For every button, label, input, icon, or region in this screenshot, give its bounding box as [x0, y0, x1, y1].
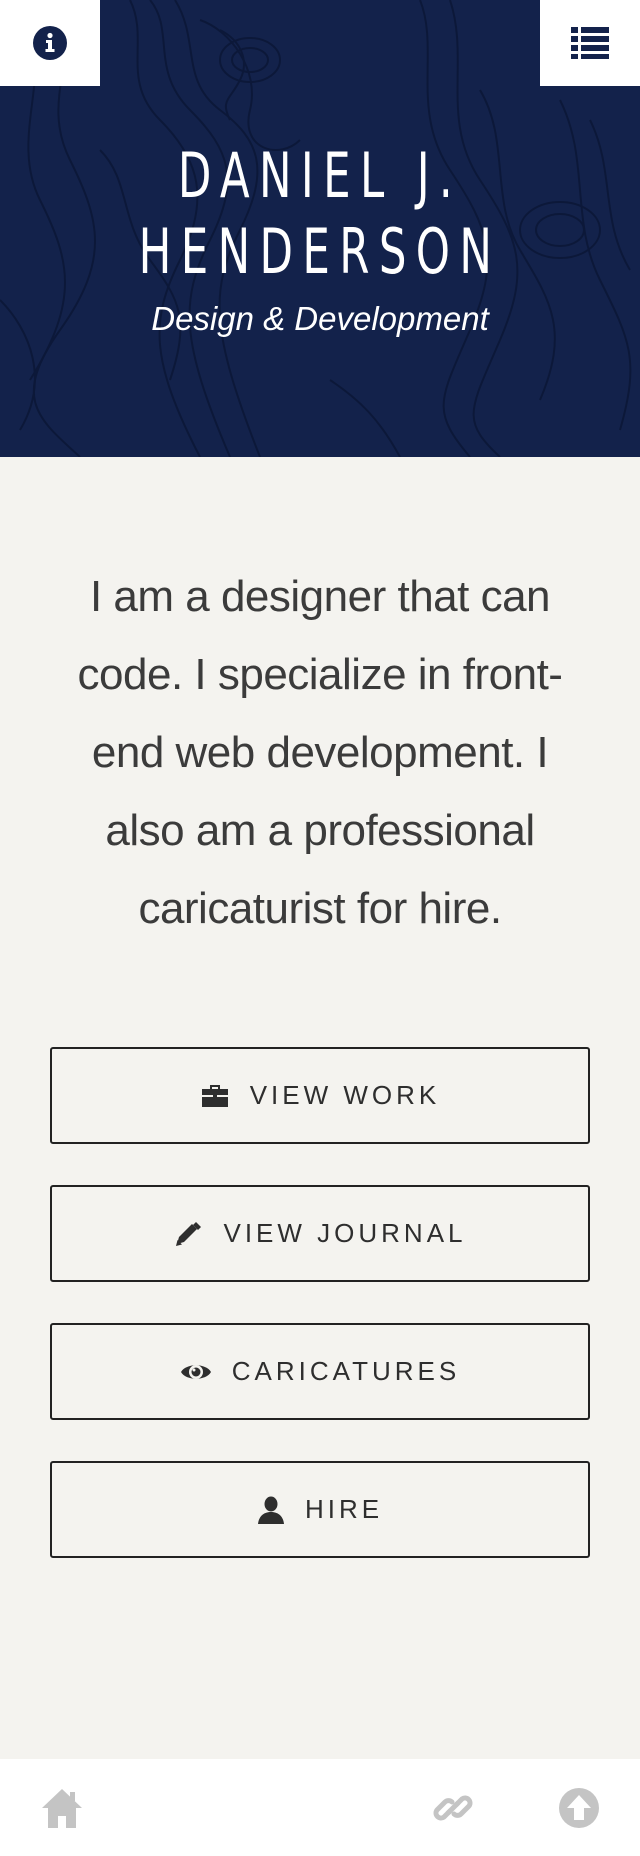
view-work-button[interactable]: VIEW WORK — [50, 1047, 590, 1144]
home-button[interactable] — [40, 1759, 84, 1856]
title-line-2: HENDERSON — [138, 215, 502, 288]
view-journal-button[interactable]: VIEW JOURNAL — [50, 1185, 590, 1282]
view-journal-label: VIEW JOURNAL — [223, 1218, 467, 1248]
view-work-label: VIEW WORK — [249, 1080, 441, 1110]
site-title: DANIEL J. HENDERSON — [70, 138, 569, 290]
caricatures-button[interactable]: CARICATURES — [50, 1323, 590, 1420]
user-icon — [257, 1496, 285, 1524]
back-to-top-button[interactable] — [558, 1759, 600, 1856]
caricatures-label: CARICATURES — [231, 1356, 461, 1386]
eye-icon — [180, 1360, 212, 1384]
link-icon — [433, 1795, 473, 1820]
hire-label: HIRE — [304, 1494, 384, 1524]
hire-button[interactable]: HIRE — [50, 1461, 590, 1558]
menu-button[interactable] — [540, 0, 640, 86]
arrow-up-icon — [559, 1787, 599, 1828]
permalink-button[interactable] — [432, 1759, 474, 1856]
pencil-icon — [173, 1220, 203, 1248]
info-button[interactable] — [0, 0, 100, 86]
site-subtitle: Design & Development — [151, 300, 489, 337]
title-line-1: DANIEL J. — [177, 139, 463, 212]
home-icon — [42, 1788, 82, 1828]
intro-text: I am a designer that can code. I special… — [77, 572, 563, 933]
info-icon — [33, 26, 67, 60]
footer-bar — [0, 1759, 640, 1856]
hero-header: DANIEL J. HENDERSON Design & Development — [0, 0, 640, 457]
briefcase-icon — [200, 1083, 230, 1109]
list-icon — [571, 27, 609, 59]
